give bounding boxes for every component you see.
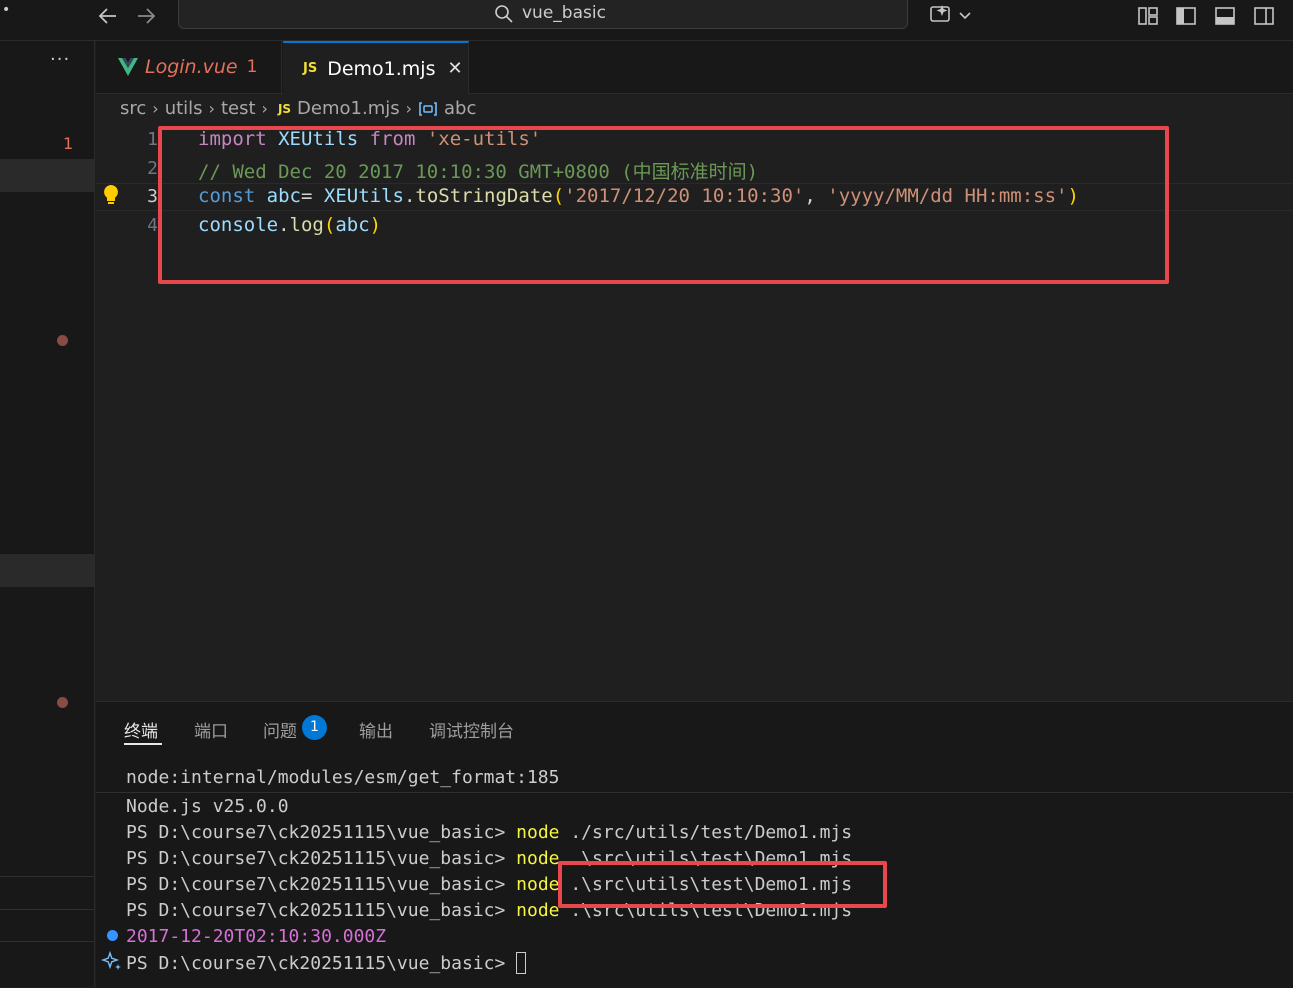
- tab-login-vue[interactable]: Login.vue 1: [96, 41, 282, 93]
- breadcrumb-item-src[interactable]: src: [120, 98, 146, 119]
- tab-problems[interactable]: 问题: [263, 717, 297, 742]
- customize-layout-icon[interactable]: [1136, 4, 1160, 32]
- chevron-right-icon: ›: [405, 99, 413, 118]
- breadcrumb-item-utils[interactable]: utils: [165, 98, 203, 119]
- terminal-line: node:internal/modules/esm/get_format:185: [126, 767, 560, 788]
- sparkle-icon[interactable]: [100, 950, 123, 976]
- command-success-dot-icon[interactable]: [107, 930, 118, 941]
- js-icon: JS: [277, 101, 292, 116]
- problems-badge: 1: [302, 715, 327, 740]
- status-bar: [640, 980, 1293, 987]
- tab-label: Login.vue: [145, 56, 238, 78]
- search-icon: [494, 4, 514, 28]
- terminal-prompt: PS D:\course7\ck20251115\vue_basic>: [126, 874, 506, 895]
- variable-icon: [418, 101, 438, 117]
- breadcrumb-item-file[interactable]: Demo1.mjs: [297, 98, 400, 119]
- toggle-secondary-sidebar-icon[interactable]: [1252, 4, 1276, 32]
- tab-ports[interactable]: 端口: [194, 717, 228, 742]
- terminal-command: node: [516, 874, 560, 895]
- tab-label: Demo1.mjs: [327, 57, 436, 80]
- terminal-separator: [96, 792, 1293, 793]
- terminal-prompt-line[interactable]: PS D:\course7\ck20251115\vue_basic>: [126, 952, 527, 974]
- list-item[interactable]: [0, 554, 94, 587]
- vue-icon: [118, 58, 138, 76]
- toggle-primary-sidebar-icon[interactable]: [1174, 4, 1198, 32]
- toggle-panel-icon[interactable]: [1213, 4, 1237, 32]
- chevron-right-icon: ›: [208, 99, 215, 118]
- divider: [0, 941, 94, 942]
- search-text: vue_basic: [522, 3, 606, 23]
- terminal-prompt: PS D:\course7\ck20251115\vue_basic>: [126, 848, 506, 869]
- tab-terminal[interactable]: 终端: [124, 717, 158, 742]
- modified-dot-icon: [57, 335, 68, 346]
- line-number-active: 3: [147, 186, 158, 207]
- terminal-args: ./src/utils/test/Demo1.mjs: [570, 822, 853, 843]
- tab-demo1-mjs[interactable]: JS Demo1.mjs ✕: [283, 41, 469, 94]
- terminal-command: node: [516, 900, 560, 921]
- tab-problem-count: 1: [246, 57, 258, 77]
- breadcrumb-item-symbol[interactable]: abc: [444, 98, 476, 119]
- terminal-output: 2017-12-20T02:10:30.000Z: [126, 926, 387, 947]
- terminal-prompt: PS D:\course7\ck20251115\vue_basic>: [126, 900, 506, 921]
- chevron-right-icon: ›: [261, 99, 268, 118]
- breadcrumb: src › utils › test › JS Demo1.mjs › abc: [120, 98, 476, 119]
- breadcrumb-item-test[interactable]: test: [221, 98, 256, 119]
- tab-debug-console[interactable]: 调试控制台: [429, 717, 514, 742]
- active-tab-indicator: [124, 743, 162, 745]
- active-item-highlight[interactable]: [0, 159, 94, 192]
- line-number: 4: [147, 215, 158, 236]
- divider: [0, 876, 94, 877]
- more-actions-icon[interactable]: ···: [50, 49, 70, 70]
- command-center-search[interactable]: vue_basic: [178, 0, 908, 29]
- terminal-command-line: PS D:\course7\ck20251115\vue_basic> node…: [126, 822, 852, 843]
- editor-tab-bar: Login.vue 1 JS Demo1.mjs ✕: [96, 41, 1293, 94]
- terminal-command: node: [516, 848, 560, 869]
- modified-dot-icon: [57, 697, 68, 708]
- line-number: 2: [147, 158, 158, 179]
- terminal-line: Node.js v25.0.0: [126, 796, 289, 817]
- terminal-cursor: [516, 952, 527, 974]
- line-number: 1: [147, 129, 158, 150]
- side-panel-strip: ··· 1: [0, 41, 95, 987]
- terminal-prompt: PS D:\course7\ck20251115\vue_basic>: [126, 953, 506, 974]
- js-icon: JS: [303, 61, 318, 76]
- title-bar: • vue_basic: [0, 0, 1293, 41]
- problem-count: 1: [63, 134, 74, 153]
- terminal-prompt: PS D:\course7\ck20251115\vue_basic>: [126, 822, 506, 843]
- code-highlight-box: [158, 126, 1169, 284]
- copilot-sparkle-icon[interactable]: [928, 3, 974, 31]
- menu-dot-icon[interactable]: •: [2, 2, 10, 18]
- forward-arrow-icon[interactable]: [134, 4, 158, 34]
- chevron-right-icon: ›: [152, 99, 159, 118]
- back-arrow-icon[interactable]: [96, 4, 120, 34]
- divider: [0, 909, 94, 910]
- close-icon[interactable]: ✕: [447, 58, 462, 79]
- tab-output[interactable]: 输出: [359, 717, 393, 742]
- terminal-highlight-box: [558, 861, 887, 908]
- terminal-command: node: [516, 822, 560, 843]
